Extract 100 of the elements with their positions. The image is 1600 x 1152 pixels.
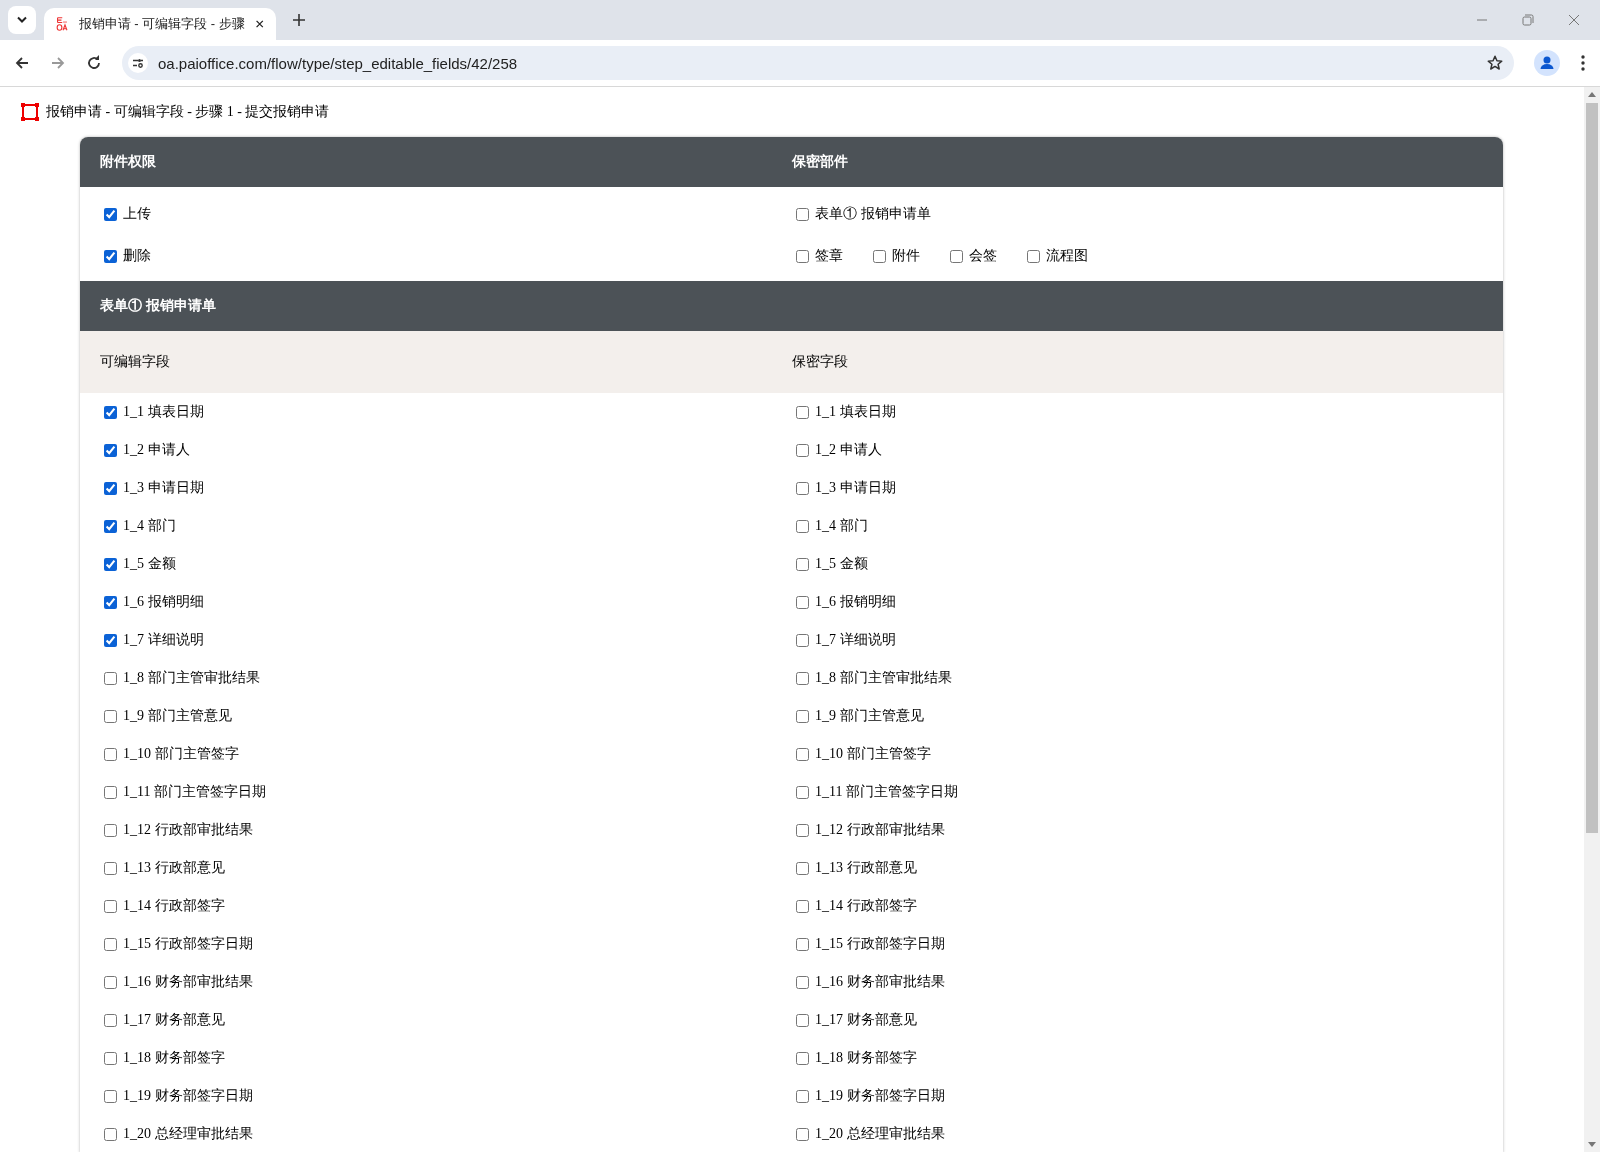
checkbox[interactable] (796, 671, 809, 685)
scroll-up-icon[interactable] (1587, 91, 1597, 97)
close-icon[interactable] (254, 18, 264, 30)
checkbox[interactable] (796, 519, 809, 533)
checkbox[interactable] (104, 899, 117, 913)
new-tab-icon[interactable] (292, 13, 306, 27)
checkbox[interactable] (796, 405, 809, 419)
checkbox[interactable] (796, 861, 809, 875)
checkbox-label: 1_13 行政部意见 (123, 859, 225, 877)
checkbox[interactable] (796, 443, 809, 457)
section-title: 表单① 报销申请单 (99, 297, 217, 315)
tab-list-button[interactable] (8, 6, 36, 34)
checkbox-label: 1_5 金额 (815, 555, 868, 573)
checkbox-label: 1_6 报销明细 (123, 593, 204, 611)
checkbox[interactable] (104, 823, 117, 837)
checkbox[interactable] (796, 823, 809, 837)
checkbox[interactable] (104, 709, 117, 723)
checkbox[interactable] (796, 595, 809, 609)
checkbox-label: 1_1 填表日期 (815, 403, 896, 421)
checkbox-label: 1_17 财务部意见 (123, 1011, 225, 1029)
checkbox[interactable] (104, 481, 117, 495)
checkbox[interactable] (104, 975, 117, 989)
checkbox-label: 1_3 申请日期 (815, 479, 896, 497)
checkbox[interactable] (796, 785, 809, 799)
checkbox[interactable] (796, 1127, 809, 1141)
checkbox[interactable] (796, 899, 809, 913)
checkbox-label: 1_18 财务部签字 (123, 1049, 225, 1067)
checkbox-label: 1_4 部门 (815, 517, 868, 535)
checkbox[interactable] (104, 595, 117, 609)
forward-icon[interactable] (50, 55, 66, 71)
checkbox[interactable] (796, 709, 809, 723)
checkbox-label: 签章 (815, 247, 843, 265)
checkbox-label: 1_12 行政部审批结果 (815, 821, 945, 839)
checkbox-label: 1_4 部门 (123, 517, 176, 535)
back-icon[interactable] (14, 55, 30, 71)
checkbox[interactable] (104, 207, 117, 221)
checkbox-label: 流程图 (1046, 247, 1088, 265)
reload-icon[interactable] (86, 55, 102, 71)
checkbox[interactable] (104, 249, 117, 263)
checkbox[interactable] (796, 207, 809, 221)
tab-title: 报销申请 - 可编辑字段 - 步骤 (78, 15, 245, 33)
checkbox-label: 上传 (123, 205, 151, 223)
checkbox[interactable] (104, 1051, 117, 1065)
restore-icon[interactable] (1522, 14, 1534, 26)
checkbox[interactable] (796, 249, 809, 263)
checkbox[interactable] (104, 1013, 117, 1027)
checkbox-label: 会签 (969, 247, 997, 265)
checkbox[interactable] (796, 557, 809, 571)
scroll-down-icon[interactable] (1587, 1142, 1597, 1148)
chevron-down-icon (16, 16, 28, 24)
checkbox[interactable] (104, 671, 117, 685)
checkbox-label: 1_3 申请日期 (123, 479, 204, 497)
checkbox[interactable] (104, 557, 117, 571)
checkbox-label: 表单① 报销申请单 (815, 205, 931, 223)
checkbox[interactable] (1027, 249, 1040, 263)
checkbox[interactable] (104, 1089, 117, 1103)
checkbox[interactable] (104, 1127, 117, 1141)
favicon-icon (56, 15, 69, 33)
checkbox[interactable] (796, 975, 809, 989)
checkbox-label: 1_2 申请人 (123, 441, 190, 459)
checkbox[interactable] (104, 861, 117, 875)
checkbox-label: 1_14 行政部签字 (815, 897, 917, 915)
checkbox-label: 1_16 财务部审批结果 (815, 973, 945, 991)
checkbox-label: 1_14 行政部签字 (123, 897, 225, 915)
checkbox[interactable] (104, 519, 117, 533)
menu-icon[interactable] (1580, 54, 1586, 72)
checkbox-label: 1_15 行政部签字日期 (123, 935, 253, 953)
checkbox[interactable] (796, 481, 809, 495)
checkbox[interactable] (104, 405, 117, 419)
checkbox[interactable] (796, 633, 809, 647)
checkbox[interactable] (873, 249, 886, 263)
column-heading: 保密字段 (791, 353, 849, 371)
scrollbar[interactable] (1584, 87, 1600, 1152)
checkbox-label: 1_9 部门主管意见 (815, 707, 924, 725)
address-bar[interactable]: oa.paioffice.com/flow/type/step_editable_fields/42/258 (122, 46, 1514, 80)
checkbox-label: 1_18 财务部签字 (815, 1049, 917, 1067)
browser-tab[interactable]: 报销申请 - 可编辑字段 - 步骤 (44, 8, 276, 40)
checkbox-label: 1_16 财务部审批结果 (123, 973, 253, 991)
column-heading: 保密部件 (791, 153, 849, 171)
checkbox[interactable] (104, 785, 117, 799)
checkbox[interactable] (796, 937, 809, 951)
checkbox[interactable] (950, 249, 963, 263)
checkbox[interactable] (796, 1051, 809, 1065)
checkbox-label: 1_17 财务部意见 (815, 1011, 917, 1029)
site-settings-icon[interactable] (128, 53, 148, 73)
checkbox-label: 1_12 行政部审批结果 (123, 821, 253, 839)
checkbox[interactable] (104, 443, 117, 457)
checkbox[interactable] (796, 1089, 809, 1103)
scrollbar-thumb[interactable] (1586, 103, 1598, 833)
checkbox-label: 1_7 详细说明 (123, 631, 204, 649)
checkbox[interactable] (104, 633, 117, 647)
profile-icon[interactable] (1534, 50, 1560, 76)
bookmark-star-icon[interactable] (1486, 54, 1504, 72)
checkbox-label: 1_11 部门主管签字日期 (815, 783, 958, 801)
checkbox[interactable] (104, 937, 117, 951)
checkbox-label: 1_11 部门主管签字日期 (123, 783, 266, 801)
checkbox[interactable] (104, 747, 117, 761)
checkbox[interactable] (796, 747, 809, 761)
checkbox-label: 1_1 填表日期 (123, 403, 204, 421)
checkbox[interactable] (796, 1013, 809, 1027)
